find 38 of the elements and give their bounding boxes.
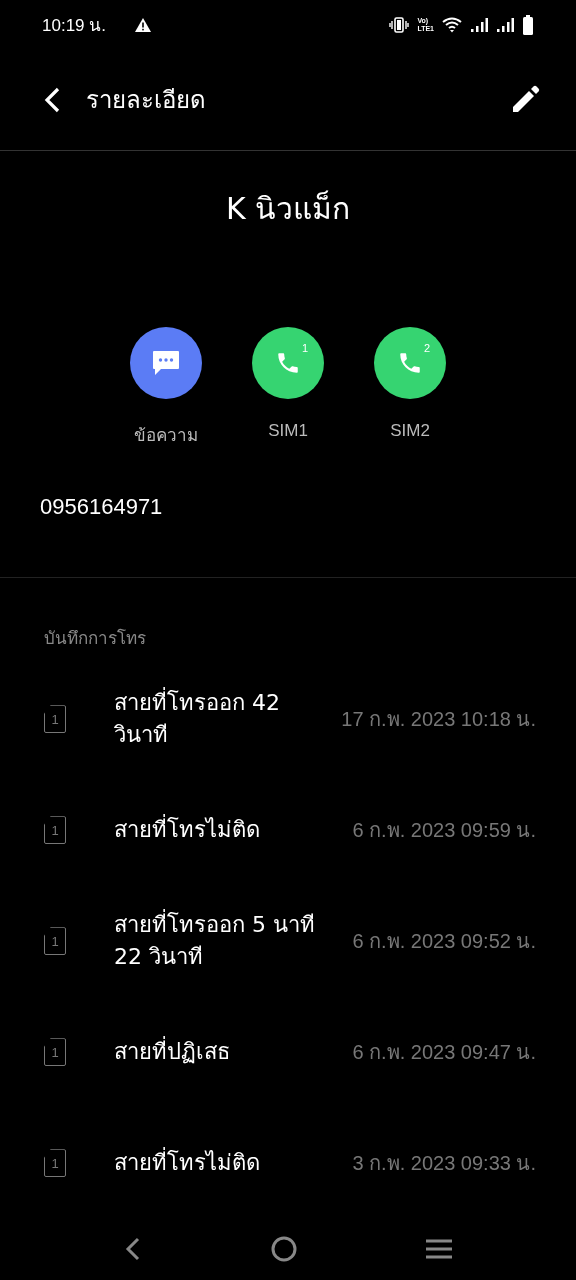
battery-icon [522,14,534,35]
call-button[interactable]: 1 [252,326,324,399]
back-icon[interactable] [42,85,62,114]
call-time: 6 ก.พ. 2023 09:52 น. [352,929,536,955]
section-title: บันทึกการโทร [44,626,147,650]
call-time: 3 ก.พ. 2023 09:33 น. [352,1151,536,1177]
call-time: 6 ก.พ. 2023 09:47 น. [352,1040,536,1066]
home-nav-icon[interactable] [270,1235,298,1264]
call-time: 17 ก.พ. 2023 10:18 น. [341,707,536,733]
call-description: สายที่ปฏิเสธ [114,1036,345,1069]
sim-number: 1 [301,341,308,354]
call-description: สายที่โทรไม่ติด [114,1147,345,1180]
page-title: รายละเอียด [86,85,206,117]
menu-nav-icon[interactable] [424,1237,453,1262]
sim-number: 2 [423,341,430,354]
signal-icon [470,16,488,33]
status-time: 10:19 น. [42,15,106,38]
signal-icon [496,16,514,33]
call-description: สายที่โทรไม่ติด [114,814,345,847]
sim-card-icon: 1 [44,1149,66,1178]
vibrate-icon [389,16,410,33]
sim-card-icon: 1 [44,1038,66,1067]
sim-card-icon: 1 [44,816,66,845]
phone-number: 0956164971 [0,493,576,578]
wifi-icon [442,16,462,33]
action-label: SIM2 [390,420,430,441]
call-time: 6 ก.พ. 2023 09:59 น. [352,818,536,844]
contact-name: K นิวแม็ก [224,189,352,225]
call-button[interactable]: 2 [374,326,446,399]
action-label: SIM1 [268,420,308,441]
edit-icon[interactable] [510,84,540,115]
call-description: สายที่โทรออก 5 นาที 22 วินาที [114,909,345,974]
warning-icon [134,16,152,33]
action-label: ข้อความ [134,424,198,447]
message-icon [151,348,181,377]
call-description: สายที่โทรออก 42 วินาที [114,687,334,752]
sim-card-icon: 1 [44,705,66,734]
sim-card-icon: 1 [44,927,66,956]
